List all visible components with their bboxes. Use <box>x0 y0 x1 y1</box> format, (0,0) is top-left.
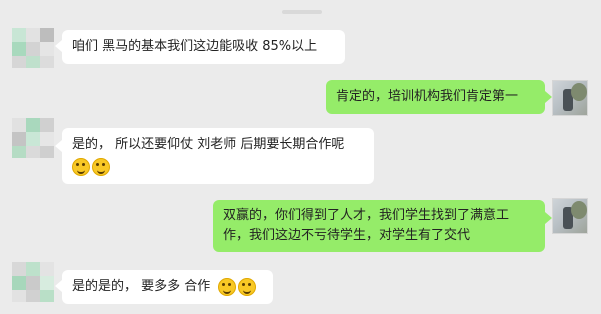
message-text: 咱们 黑马的基本我们这边能吸收 85%以上 <box>72 39 318 54</box>
smile-emoji-icon <box>92 157 110 176</box>
user-avatar[interactable] <box>552 198 588 234</box>
message-text: 肯定的，培训机构我们肯定第一 <box>336 89 519 104</box>
message-bubble[interactable]: 双赢的，你们得到了人才，我们学生找到了满意工 作，我们这边不亏待学生，对学生有了… <box>213 200 545 252</box>
bubble-tail <box>55 140 62 152</box>
message-bubble[interactable]: 肯定的，培训机构我们肯定第一 <box>326 80 545 114</box>
message-bubble[interactable]: 是的是的， 要多多 合作 <box>62 270 273 304</box>
message-bubble[interactable]: 是的， 所以还要仰仗 刘老师 后期要长期合作呢 <box>62 128 374 184</box>
message-text-line2: 作，我们这边不亏待学生，对学生有了交代 <box>223 228 471 243</box>
smile-emoji-icon <box>218 277 237 296</box>
bubble-tail <box>545 212 552 224</box>
contact-avatar[interactable] <box>12 28 54 68</box>
contact-avatar[interactable] <box>12 118 54 158</box>
bubble-tail <box>55 40 62 52</box>
message-text: 是的， 所以还要仰仗 刘老师 后期要长期合作呢 <box>72 137 345 152</box>
bubble-tail <box>545 91 552 103</box>
user-avatar[interactable] <box>552 80 588 116</box>
message-text: 是的是的， 要多多 合作 <box>72 279 211 294</box>
contact-avatar[interactable] <box>12 262 54 302</box>
message-bubble[interactable]: 咱们 黑马的基本我们这边能吸收 85%以上 <box>62 30 345 64</box>
message-text-line1: 双赢的，你们得到了人才，我们学生找到了满意工 <box>223 208 510 223</box>
scroll-indicator <box>282 10 322 14</box>
bubble-tail <box>55 280 62 292</box>
smile-emoji-icon <box>238 277 257 296</box>
smile-emoji-icon <box>72 157 90 176</box>
